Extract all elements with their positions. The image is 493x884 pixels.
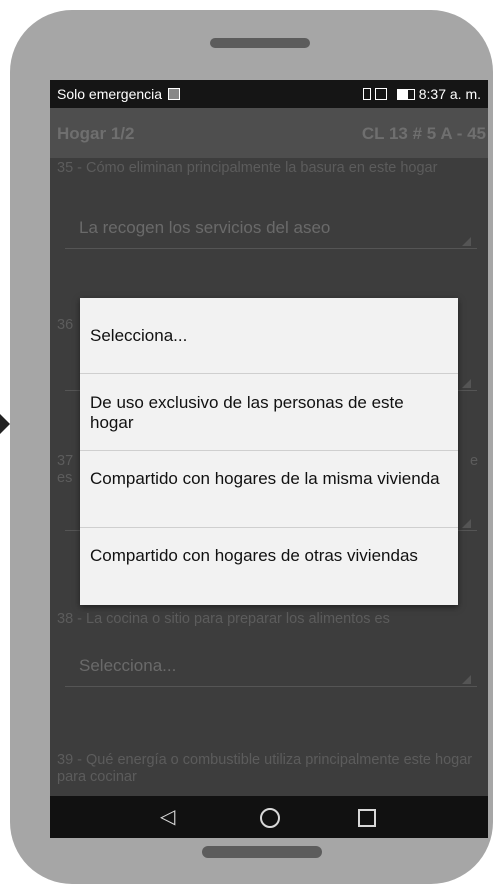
app-title: Hogar 1/2: [57, 124, 135, 143]
dialog-option-selecciona[interactable]: Selecciona...: [80, 298, 458, 374]
battery-icon: [396, 89, 415, 100]
phone-screen: Solo emergencia 8:37 a. m. Hogar 1/2 CL …: [50, 80, 488, 838]
sim-icon: [168, 88, 181, 100]
option-label: Selecciona...: [90, 326, 188, 345]
dialog-option-otras-viviendas[interactable]: Compartido con hogares de otras vivienda…: [80, 528, 458, 605]
dialog-option-exclusivo[interactable]: De uso exclusivo de las personas de este…: [80, 374, 458, 451]
dialog-option-misma-vivienda[interactable]: Compartido con hogares de la misma vivie…: [80, 451, 458, 528]
dropdown-corner-icon: [462, 379, 471, 388]
answer-38-value: Selecciona...: [79, 656, 177, 675]
nav-bar: ◁: [50, 796, 488, 838]
answer-35-value: La recogen los servicios del aseo: [79, 218, 331, 237]
speaker-slot: [210, 38, 310, 48]
status-left: Solo emergencia: [57, 86, 181, 102]
phone-frame: Solo emergencia 8:37 a. m. Hogar 1/2 CL …: [10, 10, 493, 884]
carrier-text: Solo emergencia: [57, 86, 163, 102]
pointer-arrow-icon: [0, 414, 10, 434]
answer-38-select[interactable]: Selecciona...: [65, 644, 477, 687]
question-35: 35 - Cómo eliminan principalmente la bas…: [57, 160, 438, 176]
question-39: 39 - Qué energía o combustible utiliza p…: [57, 752, 473, 785]
dropdown-corner-icon: [462, 675, 471, 684]
rotate-icon: [374, 88, 387, 100]
answer-35-select[interactable]: La recogen los servicios del aseo: [65, 206, 477, 249]
option-label: Compartido con hogares de la misma vivie…: [90, 469, 440, 488]
question-38: 38 - La cocina o sitio para preparar los…: [57, 611, 390, 627]
address-text: CL 13 # 5 A - 45: [361, 124, 486, 143]
vibrate-icon: [362, 88, 371, 100]
dropdown-corner-icon: [462, 237, 471, 246]
question-37-right: e: [470, 453, 479, 469]
option-label: Compartido con hogares de otras vivienda…: [90, 546, 418, 565]
select-dialog: Selecciona... De uso exclusivo de las pe…: [80, 298, 458, 605]
option-label: De uso exclusivo de las personas de este…: [90, 393, 404, 432]
app-bar: Hogar 1/2 CL 13 # 5 A - 45: [50, 108, 488, 158]
clock: 8:37 a. m.: [418, 86, 481, 102]
status-right: 8:37 a. m.: [362, 86, 481, 102]
phone-home-bar: [202, 846, 322, 858]
back-icon[interactable]: ◁: [160, 806, 175, 828]
status-bar: Solo emergencia 8:37 a. m.: [50, 80, 488, 108]
dropdown-corner-icon: [462, 519, 471, 528]
home-icon[interactable]: [260, 808, 280, 828]
recents-icon[interactable]: [358, 809, 376, 827]
